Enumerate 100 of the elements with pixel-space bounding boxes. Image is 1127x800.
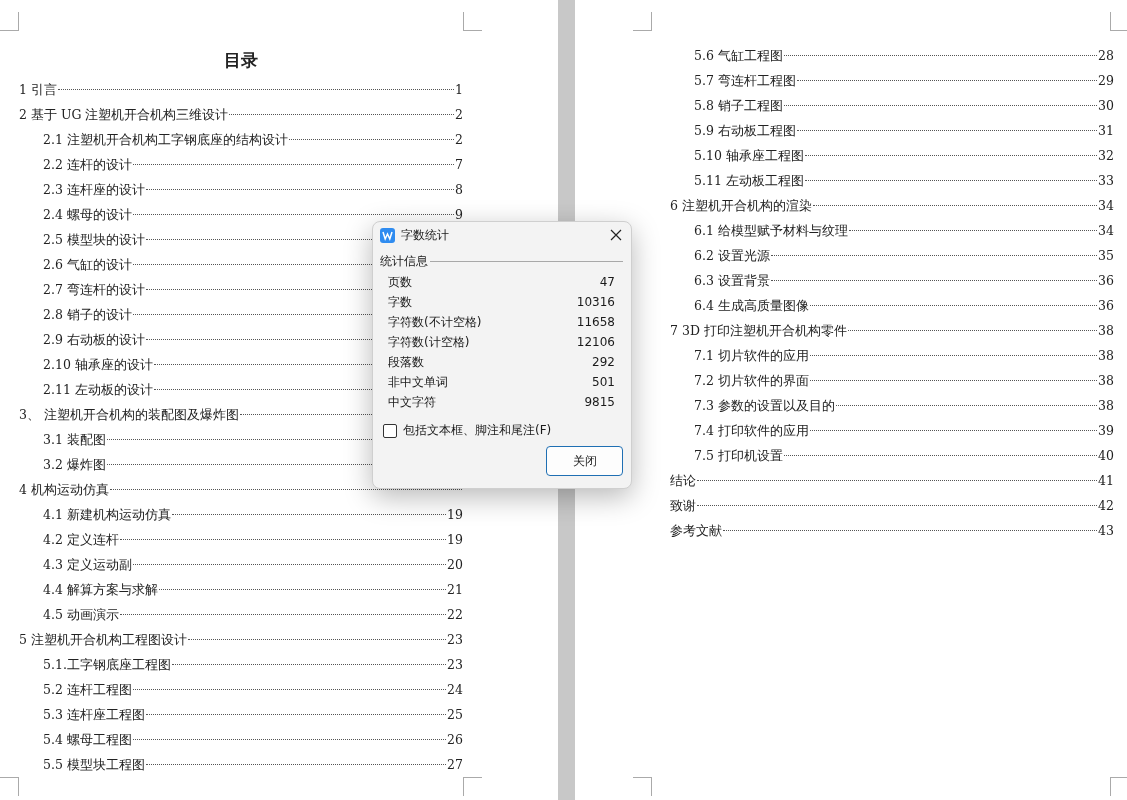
stat-value: 12106 — [576, 334, 615, 351]
stat-label: 字数 — [388, 294, 412, 311]
toc-entry: 5.4 螺母工程图 — [43, 731, 132, 749]
page-number: 1 — [455, 81, 463, 99]
page-number: 23 — [447, 631, 463, 649]
toc-entry: 2 基于 UG 注塑机开合机构三维设计 — [19, 106, 229, 124]
page-number: 41 — [1098, 472, 1114, 490]
page-number: 31 — [1098, 122, 1114, 140]
page-number: 30 — [1098, 97, 1114, 115]
page-number: 22 — [447, 606, 463, 624]
toc-entry: 2.1 注塑机开合机构工字钢底座的结构设计 — [43, 131, 288, 149]
stat-label: 非中文单词 — [388, 374, 448, 391]
toc-entry: 7.1 切片软件的应用 — [694, 347, 809, 365]
toc-entry: 致谢 — [670, 497, 696, 515]
toc-entry: 2.6 气缸的设计 — [43, 256, 132, 274]
page-number: 32 — [1098, 147, 1114, 165]
corner-mark — [463, 12, 482, 31]
corner-mark — [0, 12, 19, 31]
page-number: 34 — [1098, 197, 1114, 215]
toc-entry: 6.2 设置光源 — [694, 247, 770, 265]
corner-mark — [1110, 12, 1127, 31]
stat-value: 292 — [592, 354, 615, 371]
toc-entry: 2.9 右动板的设计 — [43, 331, 145, 349]
stat-label: 段落数 — [388, 354, 424, 371]
toc-entry: 4.4 解算方案与求解 — [43, 581, 158, 599]
page-number: 8 — [455, 181, 463, 199]
page-number: 28 — [1098, 47, 1114, 65]
toc-entry: 5.3 连杆座工程图 — [43, 706, 145, 724]
page-number: 42 — [1098, 497, 1114, 515]
toc-entry: 5.1.工字钢底座工程图 — [43, 656, 171, 674]
page-number: 20 — [447, 556, 463, 574]
toc-entry: 4.2 定义连杆 — [43, 531, 119, 549]
page-number: 33 — [1098, 172, 1114, 190]
toc-entry: 参考文献 — [670, 522, 722, 540]
toc-entry: 6 注塑机开合机构的渲染 — [670, 197, 812, 215]
page-number: 29 — [1098, 72, 1114, 90]
toc-entry: 5.2 连杆工程图 — [43, 681, 132, 699]
page-number: 19 — [447, 531, 463, 549]
page-number: 2 — [455, 106, 463, 124]
stat-value: 501 — [592, 374, 615, 391]
checkbox[interactable] — [383, 423, 397, 438]
toc-entry: 5.11 左动板工程图 — [694, 172, 804, 190]
page-number: 43 — [1098, 522, 1114, 540]
corner-mark — [463, 777, 482, 796]
toc-entry: 7.5 打印机设置 — [694, 447, 783, 465]
toc-entry: 1 引言 — [19, 81, 57, 99]
page-number: 24 — [447, 681, 463, 699]
stat-label: 中文字符 — [388, 394, 436, 411]
toc-entry: 2.10 轴承座的设计 — [43, 356, 153, 374]
corner-mark — [633, 12, 652, 31]
toc-entry: 5.6 气缸工程图 — [694, 47, 783, 65]
page-number: 25 — [447, 706, 463, 724]
toc-entry: 7.2 切片软件的界面 — [694, 372, 809, 390]
toc-entry: 5.10 轴承座工程图 — [694, 147, 804, 165]
toc-entry: 5.5 模型块工程图 — [43, 756, 145, 774]
stat-value: 11658 — [576, 314, 615, 331]
toc-entry: 7.3 参数的设置以及目的 — [694, 397, 835, 415]
toc-heading: 目录 — [223, 49, 259, 72]
page-number: 19 — [447, 506, 463, 524]
app-logo-icon — [380, 227, 395, 243]
page-number: 36 — [1098, 297, 1114, 315]
toc-entry: 2.5 模型块的设计 — [43, 231, 145, 249]
page-number: 38 — [1098, 372, 1114, 390]
page-number: 39 — [1098, 422, 1114, 440]
page-number: 38 — [1098, 397, 1114, 415]
stat-value: 9815 — [584, 394, 615, 411]
close-icon[interactable] — [609, 228, 623, 242]
toc-entry: 6.4 生成高质量图像 — [694, 297, 809, 315]
toc-entry: 5.7 弯连杆工程图 — [694, 72, 796, 90]
toc-entry: 2.2 连杆的设计 — [43, 156, 132, 174]
close-button[interactable]: 关闭 — [546, 446, 623, 476]
toc-entry: 5.8 销子工程图 — [694, 97, 783, 115]
toc-entry: 4 机构运动仿真 — [19, 481, 109, 499]
page-number: 35 — [1098, 247, 1114, 265]
toc-entry: 2.11 左动板的设计 — [43, 381, 153, 399]
toc-entry: 5 注塑机开合机构工程图设计 — [19, 631, 187, 649]
toc-entry: 6.1 给模型赋予材料与纹理 — [694, 222, 848, 240]
toc-entry: 7.4 打印软件的应用 — [694, 422, 809, 440]
stat-label: 页数 — [388, 274, 412, 291]
corner-mark — [1110, 777, 1127, 796]
corner-mark — [633, 777, 652, 796]
dialog-title: 字数统计 — [401, 226, 450, 244]
page-number: 21 — [447, 581, 463, 599]
page-number: 38 — [1098, 322, 1114, 340]
stat-label: 字符数(计空格) — [388, 334, 470, 351]
page-number: 9 — [455, 206, 463, 224]
page-number: 23 — [447, 656, 463, 674]
toc-entry: 2.3 连杆座的设计 — [43, 181, 145, 199]
checkbox-label: 包括文本框、脚注和尾注(F) — [403, 422, 552, 439]
page-number: 40 — [1098, 447, 1114, 465]
toc-entry: 3.1 装配图 — [43, 431, 106, 449]
stat-label: 字符数(不计空格) — [388, 314, 482, 331]
toc-entry: 7 3D 打印注塑机开合机构零件 — [670, 322, 847, 340]
page-number: 34 — [1098, 222, 1114, 240]
toc-entry: 3、 注塑机开合机构的装配图及爆炸图 — [19, 406, 239, 424]
toc-entry: 2.4 螺母的设计 — [43, 206, 132, 224]
toc-entry: 2.8 销子的设计 — [43, 306, 132, 324]
page-number: 2 — [455, 131, 463, 149]
page-number: 36 — [1098, 272, 1114, 290]
toc-entry: 结论 — [670, 472, 696, 490]
